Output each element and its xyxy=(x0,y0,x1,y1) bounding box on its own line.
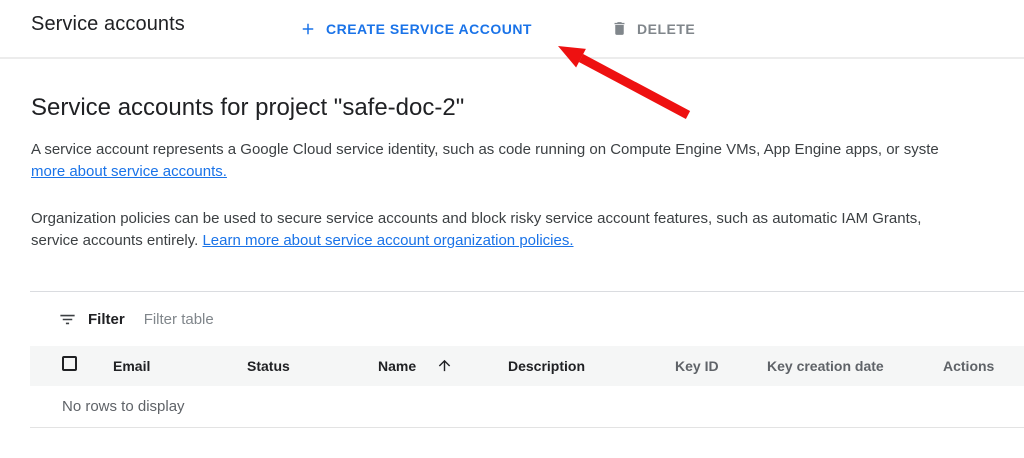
trash-icon xyxy=(611,20,628,37)
service-accounts-table: Filter Email Status Name Description Key… xyxy=(30,291,1024,428)
column-header-key-creation-date[interactable]: Key creation date xyxy=(767,358,884,374)
intro-text: A service account represents a Google Cl… xyxy=(31,141,939,158)
service-accounts-page: Service accounts CREATE SERVICE ACCOUNT … xyxy=(0,0,1024,458)
section-heading: Service accounts for project "safe-doc-2… xyxy=(31,94,465,121)
plus-icon xyxy=(299,20,317,38)
sort-ascending-icon[interactable] xyxy=(436,357,453,374)
policy-text-line1: Organization policies can be used to sec… xyxy=(31,210,922,227)
policy-paragraph: Organization policies can be used to sec… xyxy=(31,208,921,252)
action-bar: Service accounts CREATE SERVICE ACCOUNT … xyxy=(0,0,1024,59)
empty-table-row: No rows to display xyxy=(30,386,1024,428)
policy-text-line2: service accounts entirely. xyxy=(31,232,203,249)
filter-button[interactable]: Filter xyxy=(88,311,125,328)
page-title: Service accounts xyxy=(31,13,185,35)
column-header-name[interactable]: Name xyxy=(378,358,416,374)
create-service-account-button[interactable]: CREATE SERVICE ACCOUNT xyxy=(299,0,532,57)
empty-message: No rows to display xyxy=(62,398,185,415)
column-header-status[interactable]: Status xyxy=(247,358,290,374)
learn-more-service-accounts-link[interactable]: more about service accounts. xyxy=(31,163,227,180)
delete-button[interactable]: DELETE xyxy=(611,0,695,57)
column-header-description[interactable]: Description xyxy=(508,358,585,374)
table-header-row: Email Status Name Description Key ID Key… xyxy=(30,346,1024,386)
filter-table-input[interactable] xyxy=(141,309,546,329)
column-header-email[interactable]: Email xyxy=(113,358,150,374)
learn-more-org-policies-link[interactable]: Learn more about service account organiz… xyxy=(202,232,573,249)
column-header-actions[interactable]: Actions xyxy=(943,358,994,374)
filter-list-icon xyxy=(58,310,77,329)
filter-bar: Filter xyxy=(30,292,1024,346)
create-button-label: CREATE SERVICE ACCOUNT xyxy=(326,20,532,37)
delete-button-label: DELETE xyxy=(637,20,696,37)
select-all-checkbox[interactable] xyxy=(62,356,77,371)
intro-paragraph: A service account represents a Google Cl… xyxy=(31,139,939,183)
column-header-key-id[interactable]: Key ID xyxy=(675,358,719,374)
